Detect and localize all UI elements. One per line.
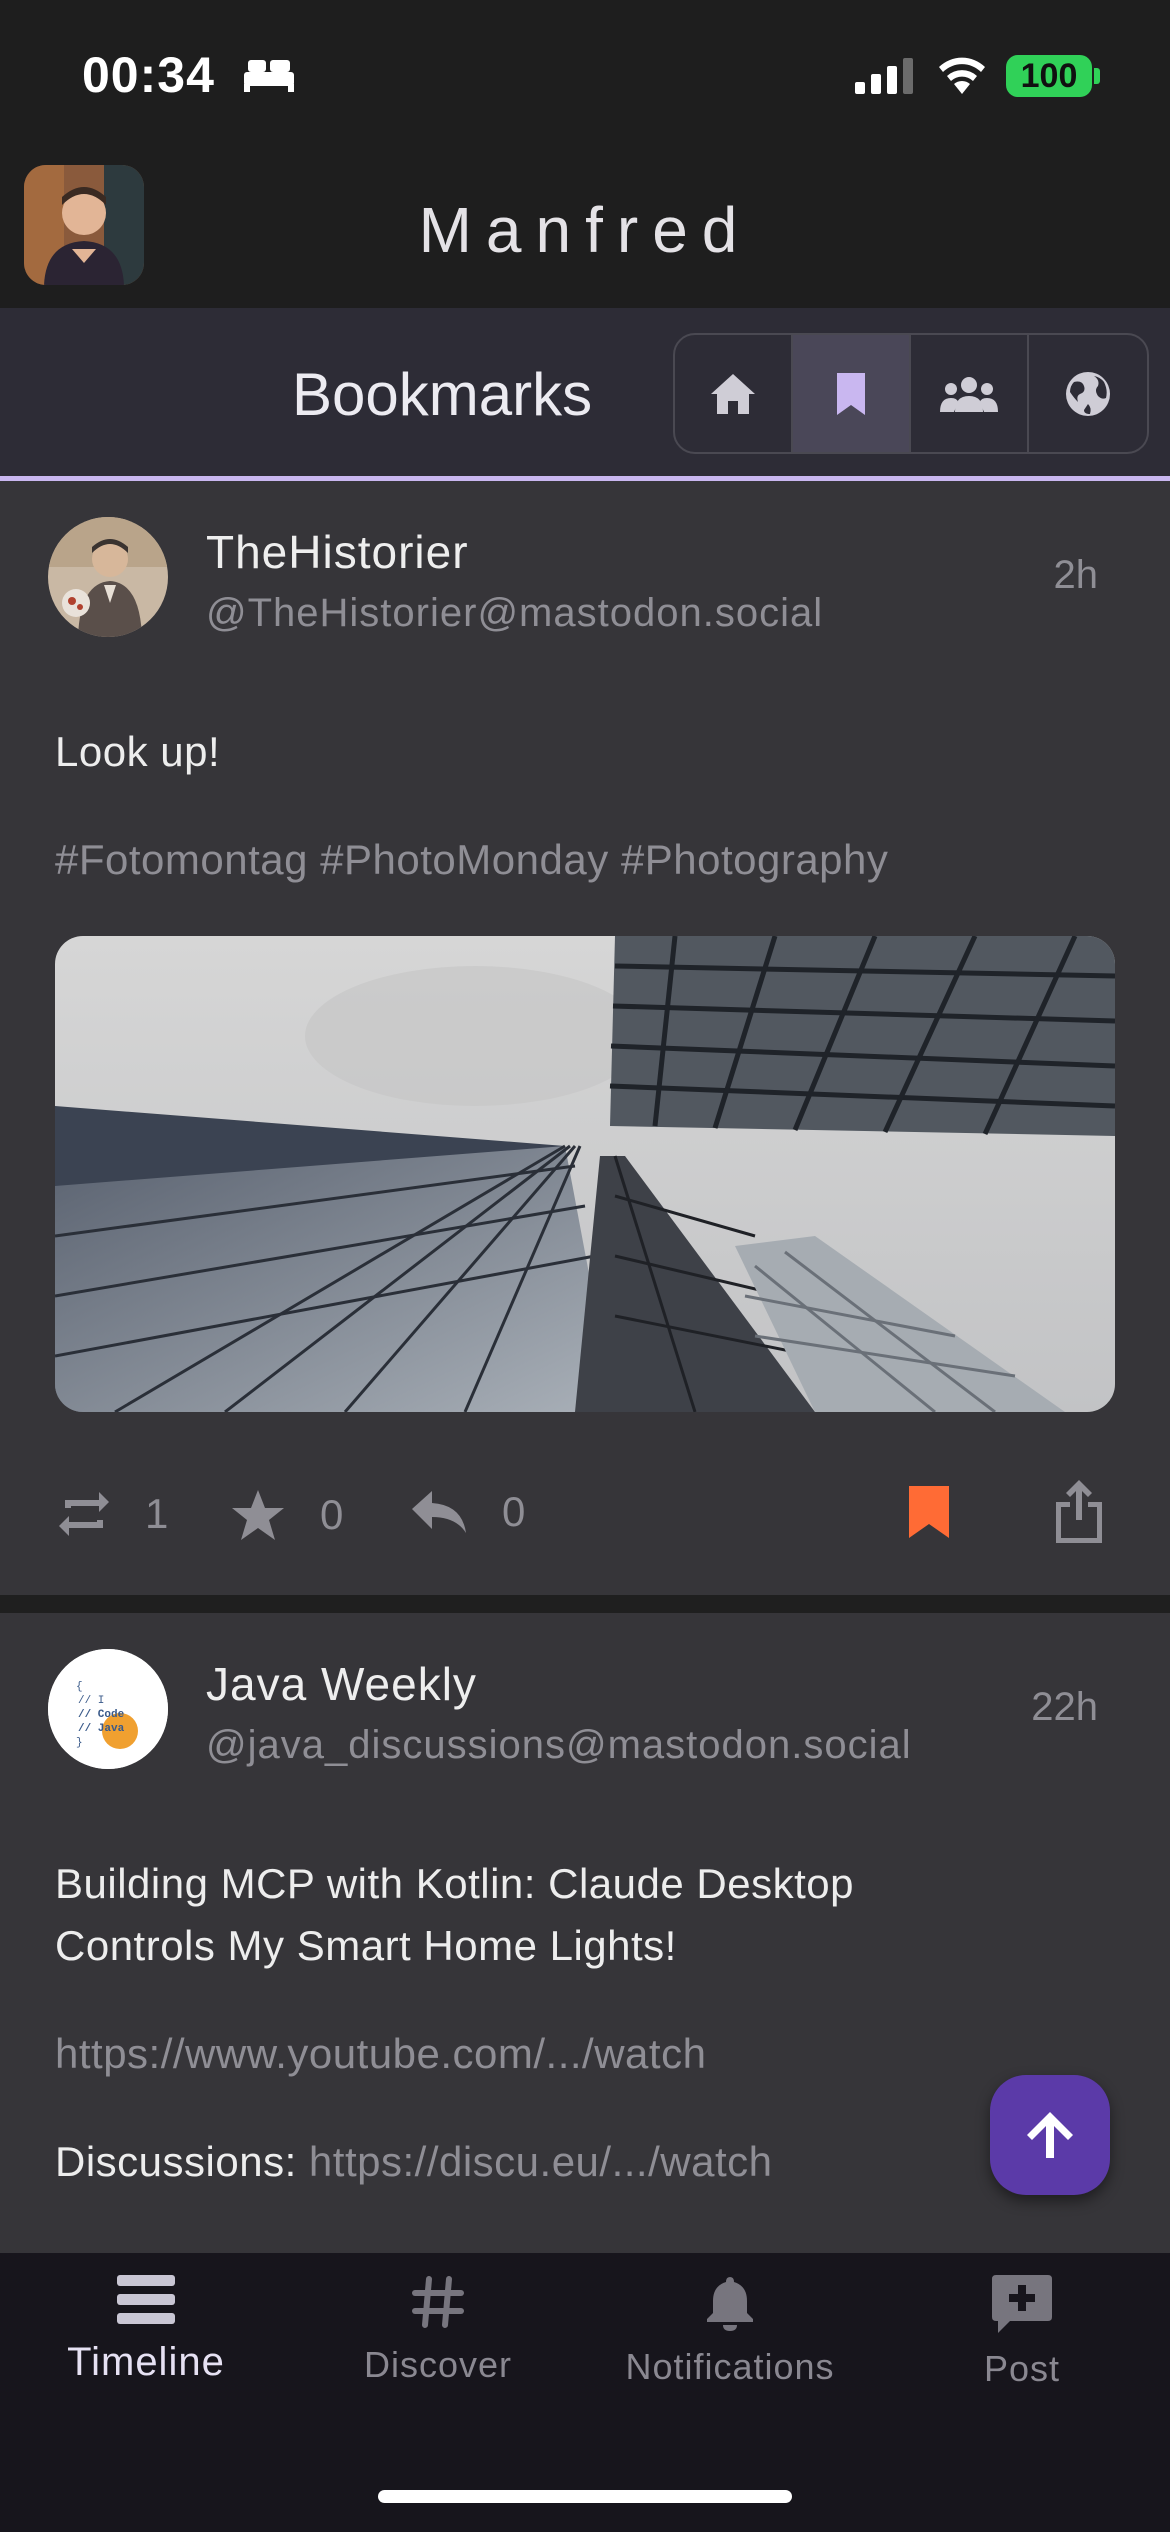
post-handle[interactable]: @TheHistorier@mastodon.social <box>206 591 823 636</box>
post-handle[interactable]: @java_discussions@mastodon.social <box>206 1723 912 1768</box>
home-icon <box>711 373 755 414</box>
account-name: Manfred <box>418 194 752 266</box>
post-discussions-line: Discussions: https://discu.eu/.../watch <box>55 2131 1115 2193</box>
svg-text:// Code: // Code <box>78 1709 125 1721</box>
post-content-line: Building MCP with Kotlin: Claude Desktop <box>55 1860 854 1907</box>
bookmark-icon <box>837 372 865 415</box>
bed-icon <box>244 60 294 92</box>
reply-count: 0 <box>502 1488 526 1535</box>
post-hashtags[interactable]: #Fotomontag #PhotoMonday #Photography <box>55 829 1115 891</box>
share-icon <box>1056 1480 1102 1543</box>
tab-label: Post <box>983 2348 1061 2389</box>
post-author-avatar[interactable] <box>48 517 168 637</box>
tab-timeline[interactable]: Timeline <box>0 2275 292 2385</box>
post-timestamp: 22h <box>1031 1685 1098 1729</box>
post-link[interactable]: https://www.youtube.com/.../watch <box>55 2023 1115 2085</box>
post-actions-bar: 1 0 0 <box>0 1466 1170 1566</box>
status-time: 00:34 <box>82 47 215 103</box>
svg-text:{: { <box>76 1681 83 1693</box>
post-display-name[interactable]: Java Weekly <box>206 1657 477 1711</box>
post-separator <box>0 1595 1170 1613</box>
share-button[interactable] <box>1052 1478 1106 1544</box>
segment-home[interactable] <box>675 335 793 452</box>
status-bar: 00:34 100 <box>0 0 1170 155</box>
hashtag-icon <box>412 2276 464 2328</box>
svg-text:// Java: // Java <box>78 1723 125 1735</box>
timeline-icon <box>117 2275 175 2324</box>
favourite-button[interactable]: 0 <box>230 1488 343 1542</box>
discussions-link[interactable]: https://discu.eu/.../watch <box>309 2138 773 2185</box>
boost-icon <box>59 1492 109 1536</box>
post-timestamp: 2h <box>1053 553 1099 597</box>
star-icon <box>232 1490 284 1540</box>
timeline-subheader: Bookmarks <box>0 308 1170 476</box>
home-indicator <box>378 2490 792 2503</box>
bell-icon <box>707 2277 753 2331</box>
svg-text:// I: // I <box>78 1695 104 1707</box>
post-author-avatar[interactable]: { // I // Code // Java } <box>48 1649 168 1769</box>
bookmark-button[interactable] <box>907 1484 951 1540</box>
discussions-label: Discussions: <box>55 2138 297 2185</box>
boost-button[interactable]: 1 <box>55 1488 168 1540</box>
globe-icon <box>1066 371 1110 416</box>
tab-post[interactable]: Post <box>876 2275 1168 2390</box>
svg-text:}: } <box>76 1737 83 1749</box>
battery-tip <box>1094 68 1100 84</box>
post-display-name[interactable]: TheHistorier <box>206 525 469 579</box>
segment-federated[interactable] <box>1029 335 1147 452</box>
segment-groups[interactable] <box>911 335 1029 452</box>
post-content: Look up! <box>55 728 221 775</box>
bookmark-filled-icon <box>909 1486 949 1538</box>
tab-label: Notifications <box>625 2346 835 2387</box>
group-icon <box>940 376 998 412</box>
status-post[interactable]: TheHistorier @TheHistorier@mastodon.soci… <box>0 481 1170 1595</box>
arrow-up-icon <box>1027 2112 1073 2158</box>
page-title: Bookmarks <box>292 361 593 428</box>
favourite-count: 0 <box>320 1491 344 1538</box>
cellular-signal-icon <box>855 58 913 94</box>
battery-indicator: 100 <box>1006 55 1092 97</box>
boost-count: 1 <box>145 1490 169 1537</box>
app-header: Manfred <box>0 155 1170 308</box>
post-media-image[interactable] <box>55 936 1115 1412</box>
scroll-to-top-button[interactable] <box>990 2075 1110 2195</box>
wifi-icon <box>939 57 985 94</box>
tab-label: Discover <box>363 2344 513 2385</box>
tab-discover[interactable]: Discover <box>292 2275 584 2386</box>
reply-button[interactable]: 0 <box>410 1488 525 1536</box>
new-post-icon <box>992 2275 1052 2333</box>
tab-notifications[interactable]: Notifications <box>584 2275 876 2388</box>
post-content-line: Controls My Smart Home Lights! <box>55 1922 677 1969</box>
segment-bookmarks[interactable] <box>793 335 911 452</box>
reply-icon <box>412 1491 466 1533</box>
timeline-segmented-control <box>673 333 1149 454</box>
tab-label: Timeline <box>67 2340 225 2384</box>
